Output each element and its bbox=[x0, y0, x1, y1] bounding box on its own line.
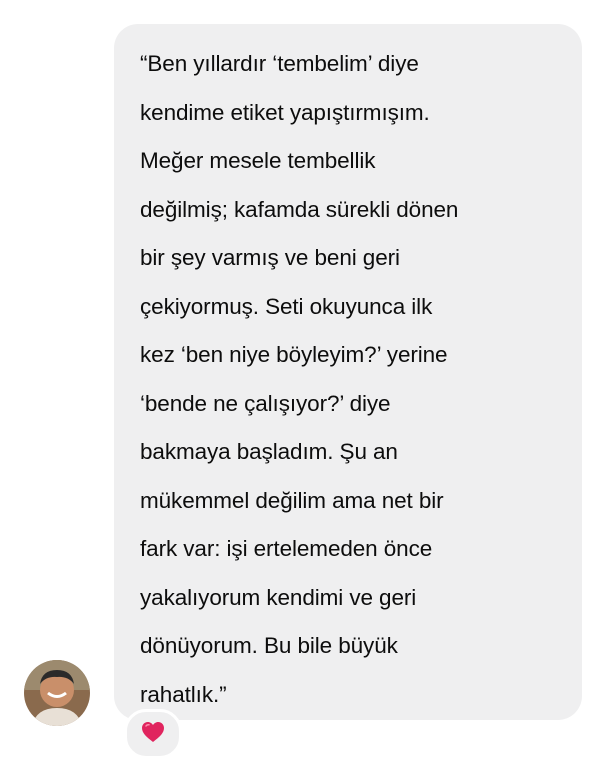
message-text: “Ben yıllardır ‘tembelim’ diye kendime e… bbox=[140, 51, 459, 707]
reaction-badge[interactable] bbox=[124, 709, 182, 759]
avatar[interactable] bbox=[24, 660, 90, 726]
heart-icon bbox=[141, 721, 165, 748]
